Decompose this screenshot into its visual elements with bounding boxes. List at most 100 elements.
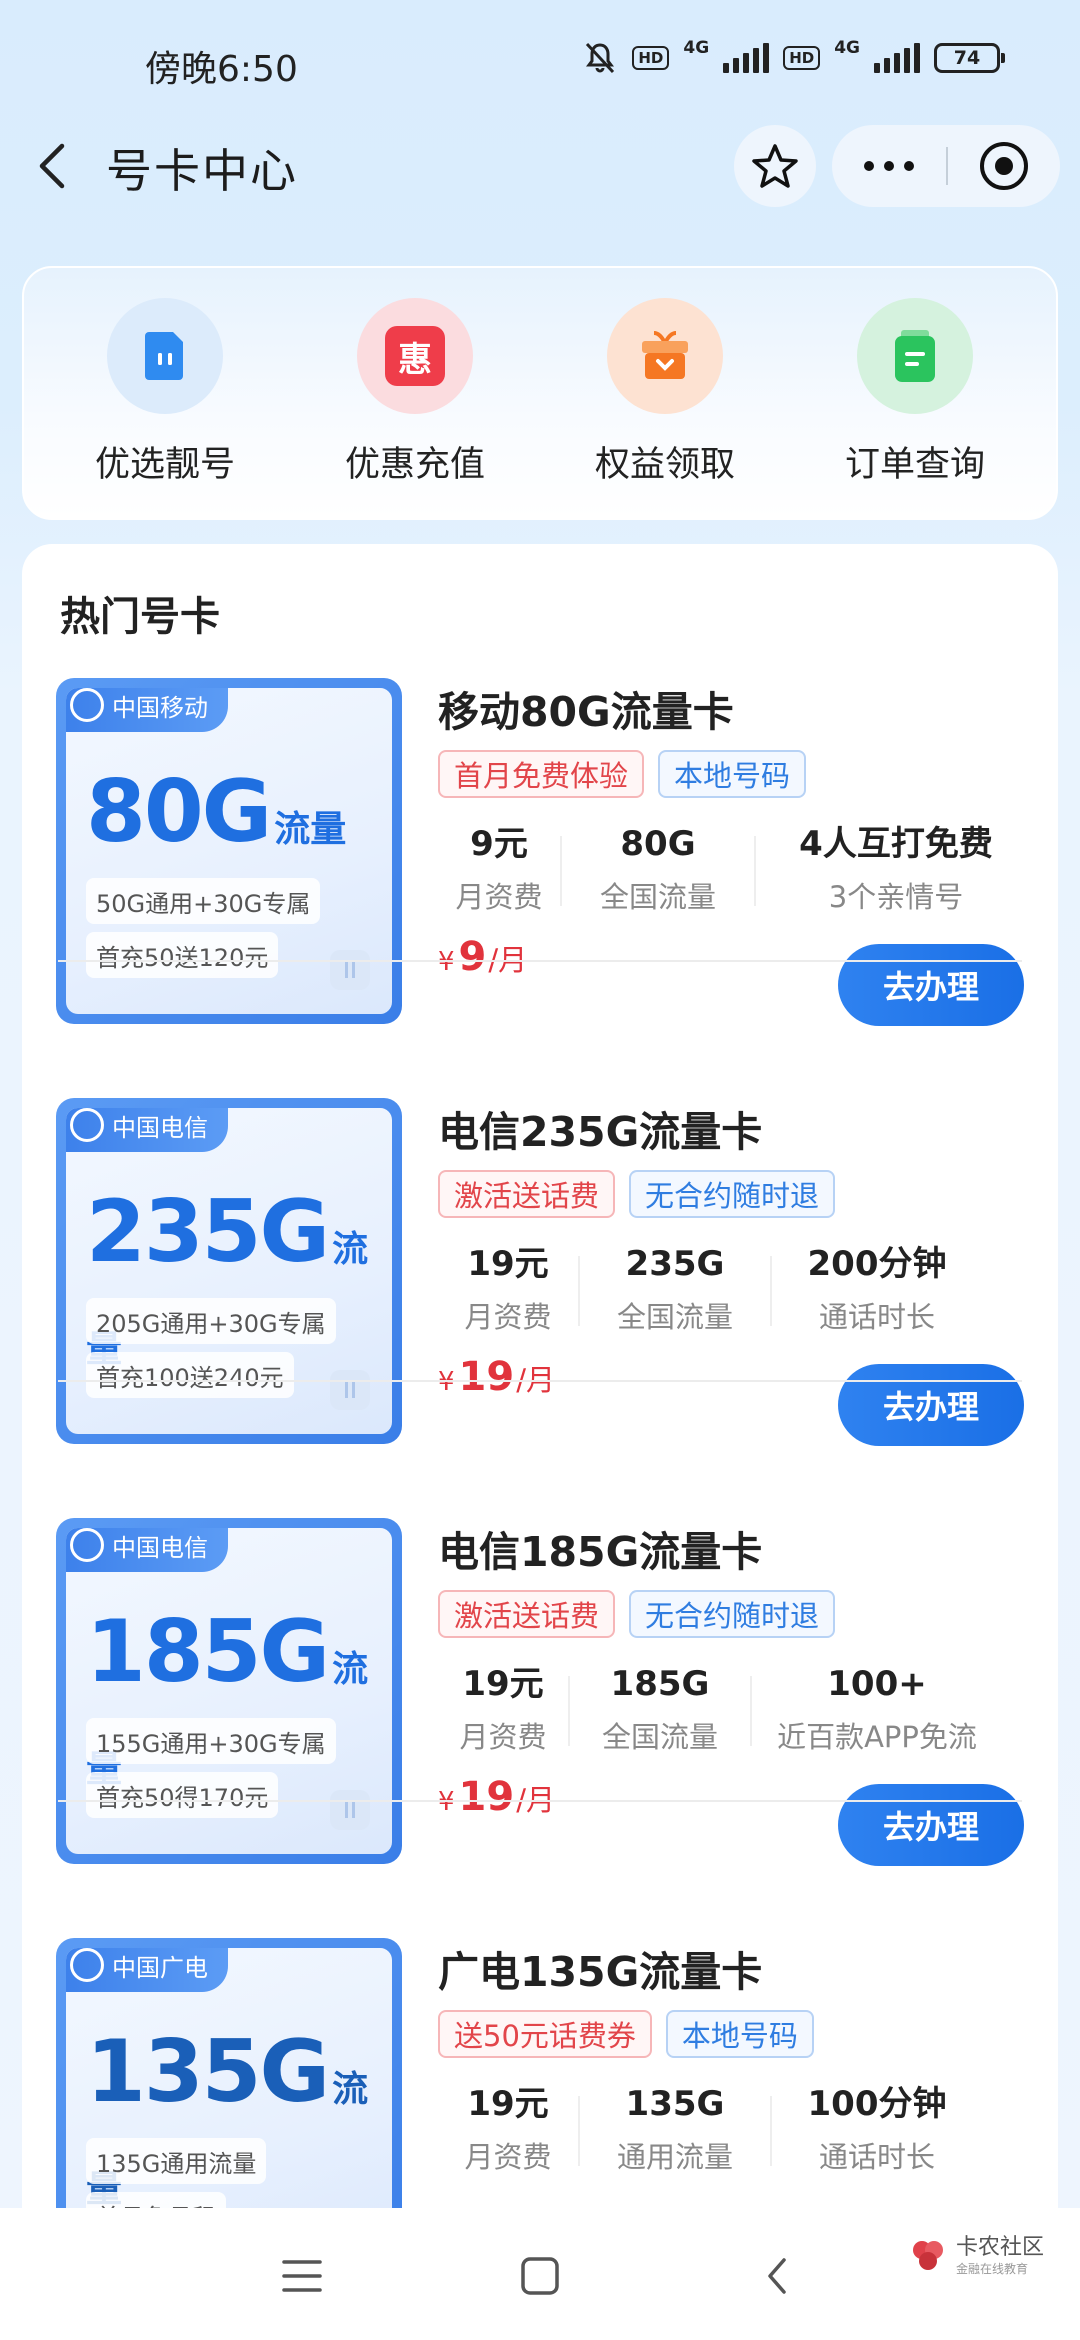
thumbnail-line: 205G通用+30G专属 [86, 1298, 336, 1344]
signal-icon [874, 43, 920, 73]
page-title: 号卡中心 [106, 144, 298, 198]
product-card[interactable]: 中国电信 235G 流量 205G通用+30G专属 首充100送240元 电信23… [22, 964, 1058, 1446]
stat-value: 200分钟 [807, 1244, 947, 1284]
product-tag: 首月免费体验 [438, 750, 645, 798]
stat-label: 月资费 [464, 1300, 552, 1334]
status-icons: HD 4G HD 4G 74 [582, 38, 1005, 76]
stat-item: 19元月资费 [438, 1242, 578, 1342]
back-nav-button[interactable] [748, 2246, 808, 2306]
product-stats: 19元 月资费 135G 通用流量 100分钟 通话时长 [438, 2082, 1038, 2182]
carrier-name: 中国电信 [112, 1533, 208, 1562]
quick-action-icon-bg [607, 298, 723, 414]
more-icon [864, 161, 914, 171]
stat-value: 185G [610, 1664, 710, 1704]
gift-box-icon [642, 331, 688, 379]
divider [58, 1380, 1022, 1382]
carrier-name: 中国电信 [112, 1113, 208, 1142]
hd-icon: HD [783, 46, 821, 70]
quick-action-benefits[interactable]: 权益领取 [550, 268, 780, 518]
stat-item: 80G 全国流量 [562, 822, 754, 922]
watermark-text: 卡农社区 金融在线教育 [955, 2235, 1044, 2276]
product-tags: 激活送话费 无合约随时退 [438, 1590, 836, 1638]
product-name: 广电135G流量卡 [438, 1948, 763, 1996]
product-card[interactable]: 中国广电 135G流量 135G通用流量 首月免月租 广电135G流量卡 送50… [22, 1804, 1058, 2304]
stat-value: 135G [625, 2084, 725, 2124]
quick-action-icon-bg [107, 298, 223, 414]
menu-icon [282, 2260, 322, 2292]
thumbnail-data-amount: 235G [86, 1182, 330, 1282]
carrier-name: 中国广电 [112, 1953, 208, 1982]
miniapp-capsule [832, 125, 1060, 207]
battery-icon: 74 [934, 43, 1005, 73]
stat-label: 通话时长 [818, 2140, 935, 2174]
stat-label: 通话时长 [818, 1300, 935, 1334]
more-button[interactable] [832, 125, 946, 207]
china-broadnet-logo-icon [70, 1948, 104, 1982]
watermark: 卡农社区 金融在线教育 [908, 2236, 1044, 2276]
carrier-badge: 中国移动 [66, 688, 228, 732]
product-tag: 送50元话费券 [438, 2010, 652, 2058]
hd-icon: HD [632, 46, 670, 70]
product-tag: 无合约随时退 [629, 1590, 836, 1638]
thumbnail-data-unit: 流量 [274, 809, 347, 850]
recent-apps-button[interactable] [272, 2246, 332, 2306]
close-circle-icon [980, 142, 1028, 190]
stat-label: 全国流量 [616, 1300, 733, 1334]
stat-value: 9元 [470, 824, 528, 864]
favorite-button[interactable] [734, 125, 816, 207]
stat-label: 通用流量 [616, 2140, 733, 2174]
china-telecom-logo-icon [70, 1528, 104, 1562]
product-name: 移动80G流量卡 [438, 688, 734, 736]
carrier-badge: 中国电信 [66, 1108, 228, 1152]
thumbnail-headline: 80G 流量 [86, 762, 346, 862]
thumbnail-line: 135G通用流量 [86, 2138, 267, 2184]
home-button[interactable] [510, 2246, 570, 2306]
quick-action-label: 优惠充值 [344, 445, 485, 485]
system-nav-bar: 卡农社区 金融在线教育 [0, 2208, 1080, 2340]
title-bar: 号卡中心 [0, 120, 1080, 210]
status-bar: 傍晚6:50 HD 4G HD 4G 74 [0, 0, 1080, 120]
product-name: 电信235G流量卡 [438, 1108, 763, 1156]
carrier-badge: 中国广电 [66, 1948, 228, 1992]
quick-action-label: 订单查询 [844, 445, 985, 485]
close-button[interactable] [948, 125, 1060, 207]
back-nav-icon [768, 2258, 786, 2294]
product-stats: 19元月资费 235G 全国流量 200分钟通话时长 [438, 1242, 1038, 1342]
discount-icon-glyph: 惠 [398, 339, 432, 380]
stat-item: 185G 全国流量 [570, 1662, 750, 1762]
status-time: 傍晚6:50 [145, 49, 298, 90]
stat-item: 4人互打免费 3个亲情号 [756, 822, 1036, 922]
stat-item: 200分钟通话时长 [772, 1242, 982, 1342]
quick-action-choice-number[interactable]: 优选靓号 [50, 268, 280, 518]
quick-actions-card: 优选靓号 惠 优惠充值 权益领取 订单查询 [22, 266, 1058, 520]
quick-action-recharge[interactable]: 惠 优惠充值 [300, 268, 530, 518]
stat-label: 月资费 [455, 880, 543, 914]
discount-icon: 惠 [385, 326, 445, 386]
back-button[interactable] [26, 130, 86, 200]
stat-value: 235G [625, 1244, 725, 1284]
product-tag: 无合约随时退 [629, 1170, 836, 1218]
stat-label: 近百款APP免流 [777, 1720, 977, 1754]
thumbnail-line: 155G通用+30G专属 [86, 1718, 336, 1764]
stat-item: 235G 全国流量 [580, 1242, 770, 1342]
stat-value: 19元 [467, 1244, 549, 1284]
product-card[interactable]: 中国电信 185G 流量 155G通用+30G专属 首充50得170元 电信185… [22, 1384, 1058, 1866]
product-tags: 激活送话费 无合约随时退 [438, 1170, 836, 1218]
watermark-subtitle: 金融在线教育 [955, 2262, 1028, 2276]
stat-label: 月资费 [464, 2140, 552, 2174]
china-mobile-logo-icon [70, 688, 104, 722]
stat-label: 月资费 [459, 1720, 547, 1754]
quick-action-orders[interactable]: 订单查询 [800, 268, 1030, 518]
thumbnail-data-amount: 135G [86, 2022, 330, 2122]
kanong-logo-icon [912, 2241, 943, 2270]
watermark-title: 卡农社区 [955, 2235, 1044, 2260]
product-card[interactable]: 中国移动 80G 流量 50G通用+30G专属 首充50送120元 移动80G流量… [22, 544, 1058, 1026]
back-arrow-icon [39, 143, 65, 189]
product-tag: 激活送话费 [438, 1590, 616, 1638]
product-tag: 激活送话费 [438, 1170, 616, 1218]
hot-cards-section: 热门号卡 中国移动 80G 流量 50G通用+30G专属 首充50送120元 移动… [22, 544, 1058, 2304]
product-tag: 本地号码 [665, 2010, 814, 2058]
thumbnail-data-amount: 80G [86, 762, 272, 862]
product-tags: 送50元话费券 本地号码 [438, 2010, 814, 2058]
stat-item: 100分钟 通话时长 [772, 2082, 982, 2182]
